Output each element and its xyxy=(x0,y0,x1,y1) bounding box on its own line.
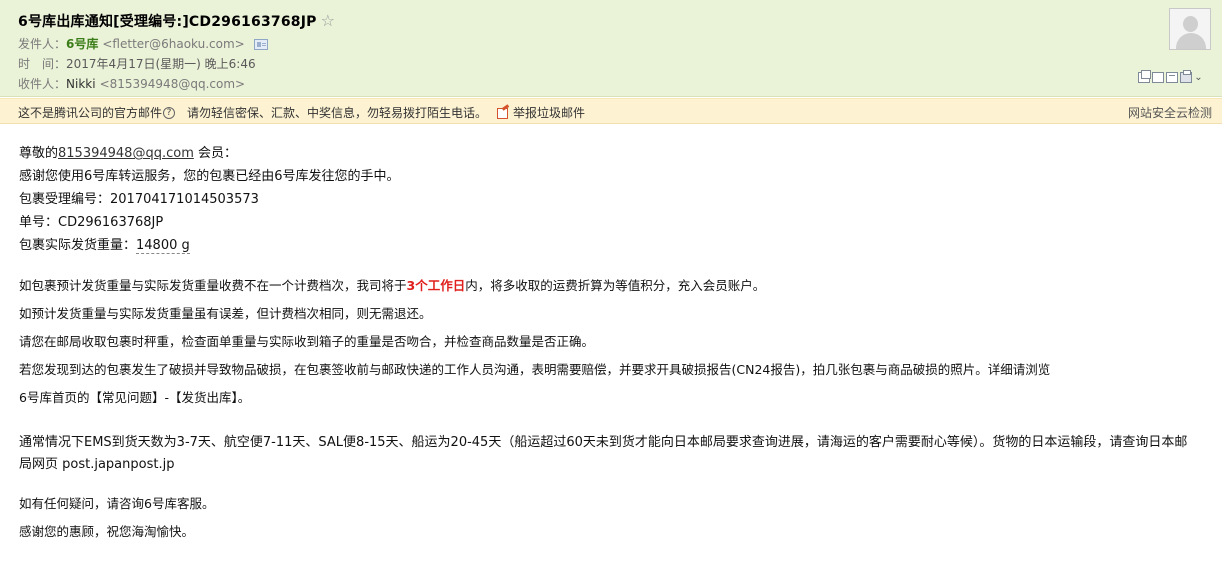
weight-label: 包裹实际发货重量： xyxy=(19,238,137,253)
refund-suffix: 内，将多收取的运费折算为等值积分，充入会员账户。 xyxy=(465,278,766,293)
sender-avatar[interactable] xyxy=(1169,8,1211,50)
accept-number-line: 包裹受理编号：201704171014503573 xyxy=(19,192,259,207)
print-icon[interactable] xyxy=(1180,70,1192,83)
contact-card-icon[interactable] xyxy=(253,38,268,50)
shipping-time-paragraph: 通常情况下EMS到货天数为3-7天、航空便7-11天、SAL便8-15天、船运为… xyxy=(19,435,1188,472)
sender-email[interactable]: <fletter@6haoku.com> xyxy=(102,35,244,53)
refund-prefix: 如包裹预计发货重量与实际发货重量收费不在一个计费档次，我司将于 xyxy=(19,278,407,293)
refund-paragraph: 如包裹预计发货重量与实际发货重量收费不在一个计费档次，我司将于3个工作日内，将多… xyxy=(19,272,1204,300)
recipient-label: 收件人： xyxy=(18,77,67,91)
recipient-email[interactable]: <815394948@qq.com> xyxy=(100,75,246,93)
sender-row: 发件人： 6号库 <fletter@6haoku.com> xyxy=(18,35,268,53)
weight-value: 14800 g xyxy=(136,238,190,254)
mail-header: 6号库出库通知[受理编号:]CD296163768JP ☆ 发件人： 6号库 <… xyxy=(0,0,1222,97)
contact-support-line: 如有任何疑问，请咨询6号库客服。 xyxy=(19,496,215,511)
sender-label: 发件人： xyxy=(18,37,67,51)
mail-toolbar: ⌄ xyxy=(1138,70,1203,83)
weight-line: 包裹实际发货重量：14800 g xyxy=(19,234,1204,257)
time-label: 时 间： xyxy=(18,57,67,71)
mail-subject: 6号库出库通知[受理编号:]CD296163768JP xyxy=(18,14,317,30)
no-refund-paragraph: 如预计发货重量与实际发货重量虽有误差，但计费档次相同，则无需退还。 xyxy=(19,306,432,321)
thanks-line: 感谢您使用6号库转运服务，您的包裹已经由6号库发往您的手中。 xyxy=(19,169,400,184)
damage-paragraph-continued: 6号库首页的【常见问题】-【发货出库】。 xyxy=(19,390,251,405)
help-icon[interactable]: ? xyxy=(163,106,176,119)
mail-body: 尊敬的815394948@qq.com 会员： 感谢您使用6号库转运服务，您的包… xyxy=(19,142,1204,546)
refund-highlight: 3个工作日 xyxy=(406,278,466,293)
report-spam-link[interactable]: 举报垃圾邮件 xyxy=(513,104,585,121)
recipient-name[interactable]: Nikki xyxy=(66,75,96,93)
avatar-body-shape xyxy=(1176,33,1206,49)
star-icon[interactable]: ☆ xyxy=(321,13,335,29)
closing-line: 感谢您的惠顾，祝您海淘愉快。 xyxy=(19,524,195,539)
sender-name[interactable]: 6号库 xyxy=(66,35,98,53)
security-cloud-check-link[interactable]: 网站安全云检测 xyxy=(1128,104,1212,121)
time-row: 时 间： 2017年4月17日(星期一) 晚上6:46 xyxy=(18,55,256,73)
greeting-prefix: 尊敬的 xyxy=(19,146,59,161)
greeting-line: 尊敬的815394948@qq.com 会员： xyxy=(19,142,1204,165)
security-warning-bar: 这不是腾讯公司的官方邮件 ? 请勿轻信密保、汇款、中奖信息，勿轻易拨打陌生电话。… xyxy=(0,98,1222,124)
new-window-icon[interactable] xyxy=(1138,70,1151,83)
page-view-icon[interactable] xyxy=(1152,72,1164,83)
recipient-row: 收件人： Nikki <815394948@qq.com> xyxy=(18,75,245,93)
warning-tip: 请勿轻信密保、汇款、中奖信息，勿轻易拨打陌生电话。 xyxy=(187,106,488,120)
tracking-number-line: 单号：CD296163768JP xyxy=(19,215,164,230)
move-folder-icon[interactable] xyxy=(1166,72,1178,83)
avatar-head-shape xyxy=(1183,16,1198,32)
subject-row: 6号库出库通知[受理编号:]CD296163768JP ☆ xyxy=(18,10,335,32)
weigh-check-paragraph: 请您在邮局收取包裹时秤重，检查面单重量与实际收到箱子的重量是否吻合，并检查商品数… xyxy=(19,334,595,349)
chevron-down-icon[interactable]: ⌄ xyxy=(1194,72,1203,83)
warning-left: 这不是腾讯公司的官方邮件 ? 请勿轻信密保、汇款、中奖信息，勿轻易拨打陌生电话。… xyxy=(18,104,585,121)
report-spam-icon[interactable] xyxy=(497,106,510,119)
time-value: 2017年4月17日(星期一) 晚上6:46 xyxy=(66,57,256,71)
greeting-suffix: 会员： xyxy=(193,146,237,161)
warning-notice: 这不是腾讯公司的官方邮件 xyxy=(18,106,163,120)
damage-paragraph: 若您发现到达的包裹发生了破损并导致物品破损，在包裹签收前与邮政快递的工作人员沟通… xyxy=(19,362,1051,377)
greeting-email-link[interactable]: 815394948@qq.com xyxy=(58,146,194,161)
